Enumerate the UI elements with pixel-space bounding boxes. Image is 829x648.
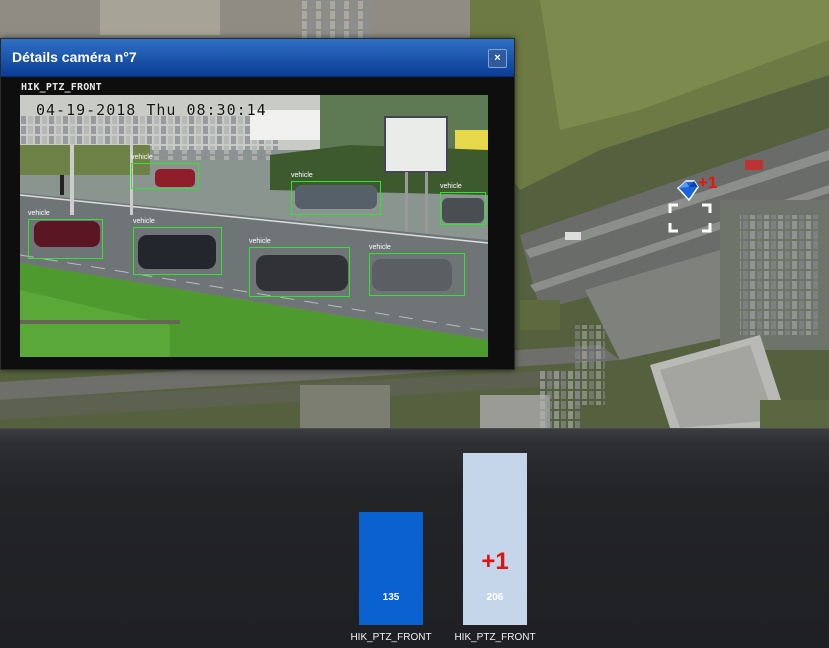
popup-title: Détails caméra n°7 <box>12 49 137 65</box>
detection-box: vehicle <box>133 218 222 275</box>
bar-category-label: HIK_PTZ_FRONT <box>350 632 432 643</box>
marker-increment: +1 <box>698 173 718 192</box>
chart-bar[interactable]: 206 +1 <box>463 453 527 625</box>
detection-box: vehicle <box>440 183 486 225</box>
chart-bar[interactable]: 135 <box>359 512 423 625</box>
camera-video-feed[interactable]: 04-19-2018 Thu 08:30:14 vehicle vehicle … <box>20 95 488 357</box>
detection-label: vehicle <box>249 238 271 245</box>
detection-label: vehicle <box>133 218 155 225</box>
detection-box: vehicle <box>131 154 199 189</box>
popup-title-bar[interactable]: Détails caméra n°7 × <box>1 39 514 77</box>
detection-label: vehicle <box>131 154 153 161</box>
detection-box: vehicle <box>369 244 465 296</box>
bar-increment-label: +1 <box>481 548 509 575</box>
detection-label: vehicle <box>291 172 313 179</box>
video-timestamp-overlay: 04-19-2018 Thu 08:30:14 <box>36 101 267 119</box>
detection-box: vehicle <box>28 210 103 259</box>
detection-box: vehicle <box>249 238 350 297</box>
detection-label: vehicle <box>440 183 462 190</box>
bar-value-label: 206 <box>486 592 504 603</box>
camera-marker[interactable]: +1 <box>667 173 717 235</box>
camera-name-label: HIK_PTZ_FRONT <box>21 82 102 93</box>
camera-gem-icon <box>677 180 699 201</box>
detection-label: vehicle <box>28 210 50 217</box>
detection-label: vehicle <box>369 244 391 251</box>
detection-box: vehicle <box>291 172 381 215</box>
close-button[interactable]: × <box>488 49 507 68</box>
focus-brackets-icon <box>668 203 712 233</box>
counting-chart-panel: 135 HIK_PTZ_FRONT 206 +1 HIK_PTZ_FRONT <box>0 428 829 648</box>
camera-details-popup: Détails caméra n°7 × HIK_PTZ_FRONT 04-19… <box>0 38 515 370</box>
bar-value-label: 135 <box>382 592 400 603</box>
bar-category-label: HIK_PTZ_FRONT <box>454 632 536 643</box>
